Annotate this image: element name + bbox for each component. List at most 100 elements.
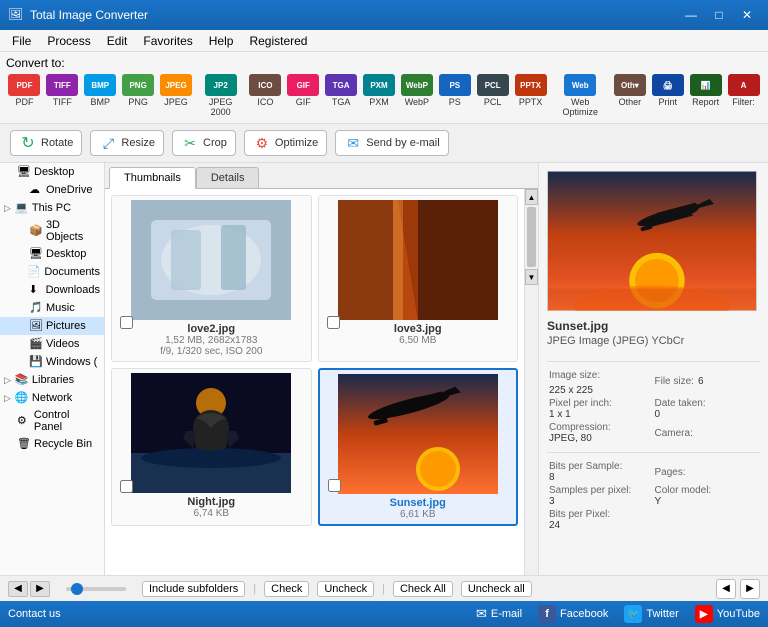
thumbnail-night[interactable]: Night.jpg 6,74 KB bbox=[111, 368, 312, 526]
maximize-button[interactable]: □ bbox=[706, 5, 732, 25]
sidebar-icon-network: 🌐 bbox=[15, 391, 29, 405]
sidebar-icon-documents: 📄 bbox=[27, 265, 41, 279]
tab-details[interactable]: Details bbox=[196, 167, 260, 188]
twitter-link[interactable]: 🐦 Twitter bbox=[624, 605, 678, 623]
format-btn-pdf[interactable]: PDF PDF bbox=[6, 72, 43, 119]
window-controls: — □ ✕ bbox=[678, 5, 760, 25]
menu-favorites[interactable]: Favorites bbox=[135, 30, 200, 51]
sidebar-icon-controlpanel: ⚙ bbox=[17, 414, 31, 428]
menu-help[interactable]: Help bbox=[201, 30, 242, 51]
sidebar-item-3dobjects[interactable]: 📦 3D Objects bbox=[0, 217, 104, 245]
format-btn-print[interactable]: 🖨 Print bbox=[649, 72, 686, 119]
scroll-up-button[interactable]: ▲ bbox=[525, 189, 538, 205]
sidebar-label-onedrive: OneDrive bbox=[46, 184, 92, 196]
spp-label: Samples per pixel: bbox=[549, 485, 653, 496]
check-button[interactable]: Check bbox=[264, 581, 309, 597]
email-button[interactable]: ✉ Send by e-mail bbox=[335, 130, 448, 156]
menu-edit[interactable]: Edit bbox=[99, 30, 136, 51]
crop-button[interactable]: ✂ Crop bbox=[172, 130, 236, 156]
sidebar-item-desktop2[interactable]: 🖥 Desktop bbox=[0, 245, 104, 263]
sidebar-item-downloads[interactable]: ⬇ Downloads bbox=[0, 281, 104, 299]
nav-right-button[interactable]: ▶ bbox=[30, 581, 50, 597]
sidebar-item-onedrive[interactable]: ☁ OneDrive bbox=[0, 181, 104, 199]
format-btn-pcl[interactable]: PCL PCL bbox=[474, 72, 511, 119]
format-btn-webp[interactable]: WebP WebP bbox=[398, 72, 435, 119]
thumb-image-love2 bbox=[131, 200, 291, 320]
thumb-checkbox-sunset[interactable] bbox=[328, 479, 341, 492]
format-icon-pptx: PPTX bbox=[515, 74, 547, 96]
divider2 bbox=[547, 452, 760, 453]
sidebar-item-music[interactable]: 🎵 Music bbox=[0, 299, 104, 317]
menu-process[interactable]: Process bbox=[39, 30, 98, 51]
format-btn-webopt[interactable]: Web Web Optimize bbox=[550, 72, 610, 119]
thumb-checkbox-love2[interactable] bbox=[120, 316, 133, 329]
scroll-down-button[interactable]: ▼ bbox=[525, 269, 538, 285]
thumb-checkbox-love3[interactable] bbox=[327, 316, 340, 329]
facebook-link[interactable]: f Facebook bbox=[538, 605, 608, 623]
sidebar-item-network[interactable]: ▷ 🌐 Network bbox=[0, 389, 104, 407]
rotate-button[interactable]: ↻ Rotate bbox=[10, 130, 82, 156]
sidebar-item-desktop[interactable]: 🖥 Desktop bbox=[0, 163, 104, 181]
format-btn-filter[interactable]: A Filter: bbox=[725, 72, 762, 119]
sidebar-item-videos[interactable]: 🎬 Videos bbox=[0, 335, 104, 353]
menu-file[interactable]: File bbox=[4, 30, 39, 51]
scroll-thumb[interactable] bbox=[527, 207, 536, 267]
color-label: Color model: bbox=[655, 485, 759, 496]
format-label-j2k: JPEG 2000 bbox=[198, 97, 242, 117]
format-btn-j2k[interactable]: JP2 JPEG 2000 bbox=[195, 72, 245, 119]
format-btn-other[interactable]: Oth▾ Other bbox=[611, 72, 648, 119]
format-btn-jpeg[interactable]: JPEG JPEG bbox=[158, 72, 195, 119]
sidebar-item-thispc[interactable]: ▷ 💻 This PC bbox=[0, 199, 104, 217]
preview-svg bbox=[548, 171, 756, 311]
thumb-checkbox-night[interactable] bbox=[120, 480, 133, 493]
format-btn-pptx[interactable]: PPTX PPTX bbox=[512, 72, 549, 119]
format-label-other: Other bbox=[619, 97, 642, 107]
resize-button[interactable]: ⤢ Resize bbox=[90, 130, 164, 156]
sidebar-item-recycle[interactable]: 🗑 Recycle Bin bbox=[0, 435, 104, 453]
scroll-right-button[interactable]: ▶ bbox=[740, 579, 760, 599]
tab-thumbnails[interactable]: Thumbnails bbox=[109, 167, 196, 189]
scroll-left-button[interactable]: ◀ bbox=[716, 579, 736, 599]
youtube-link[interactable]: ▶ YouTube bbox=[695, 605, 760, 623]
format-icon-tga: TGA bbox=[325, 74, 357, 96]
format-btn-tga[interactable]: TGA TGA bbox=[323, 72, 360, 119]
sidebar-item-pictures[interactable]: 🖼 Pictures bbox=[0, 317, 104, 335]
sidebar-item-libraries[interactable]: ▷ 📚 Libraries bbox=[0, 371, 104, 389]
scrollbar[interactable]: ▲ ▼ bbox=[524, 189, 538, 575]
sidebar-item-windows[interactable]: 💾 Windows ( bbox=[0, 353, 104, 371]
zoom-slider[interactable] bbox=[66, 587, 126, 591]
thumbnail-love2[interactable]: love2.jpg 1,52 MB, 2682x1783 f/9, 1/320 … bbox=[111, 195, 312, 362]
format-icon-filter: A bbox=[728, 74, 760, 96]
check-all-button[interactable]: Check All bbox=[393, 581, 453, 597]
uncheck-all-button[interactable]: Uncheck all bbox=[461, 581, 532, 597]
close-button[interactable]: ✕ bbox=[734, 5, 760, 25]
format-btn-ps[interactable]: PS PS bbox=[436, 72, 473, 119]
format-btn-tiff[interactable]: TIFF TIFF bbox=[44, 72, 81, 119]
thumbnail-love3[interactable]: love3.jpg 6,50 MB bbox=[318, 195, 519, 362]
format-icon-pcl: PCL bbox=[477, 74, 509, 96]
thumb-info1-love2: 1,52 MB, 2682x1783 bbox=[165, 335, 257, 346]
format-icon-j2k: JP2 bbox=[205, 74, 237, 96]
format-btn-bmp[interactable]: BMP BMP bbox=[82, 72, 119, 119]
format-btn-gif[interactable]: GIF GIF bbox=[285, 72, 322, 119]
ppi-value: 1 x 1 bbox=[549, 409, 653, 420]
nav-left-button[interactable]: ◀ bbox=[8, 581, 28, 597]
minimize-button[interactable]: — bbox=[678, 5, 704, 25]
uncheck-button[interactable]: Uncheck bbox=[317, 581, 374, 597]
format-label-png: PNG bbox=[128, 97, 148, 107]
format-btn-png[interactable]: PNG PNG bbox=[120, 72, 157, 119]
optimize-button[interactable]: ⚙ Optimize bbox=[244, 130, 327, 156]
format-label-tga: TGA bbox=[332, 97, 351, 107]
email-link[interactable]: ✉ E-mail bbox=[476, 606, 522, 622]
slider-thumb[interactable] bbox=[71, 583, 83, 595]
format-btn-ico[interactable]: ICO ICO bbox=[247, 72, 284, 119]
thumbnail-sunset[interactable]: Sunset.jpg 6,61 KB bbox=[318, 368, 519, 526]
main-area: 🖥 Desktop ☁ OneDrive ▷ 💻 This PC 📦 3D Ob… bbox=[0, 163, 768, 575]
sidebar-item-controlpanel[interactable]: ⚙ Control Panel bbox=[0, 407, 104, 435]
sidebar-label-windows: Windows ( bbox=[46, 356, 97, 368]
sidebar-item-documents[interactable]: 📄 Documents bbox=[0, 263, 104, 281]
format-btn-pxm[interactable]: PXM PXM bbox=[361, 72, 398, 119]
include-subfolders-button[interactable]: Include subfolders bbox=[142, 581, 245, 597]
menu-registered[interactable]: Registered bbox=[241, 30, 315, 51]
format-btn-report[interactable]: 📊 Report bbox=[687, 72, 724, 119]
